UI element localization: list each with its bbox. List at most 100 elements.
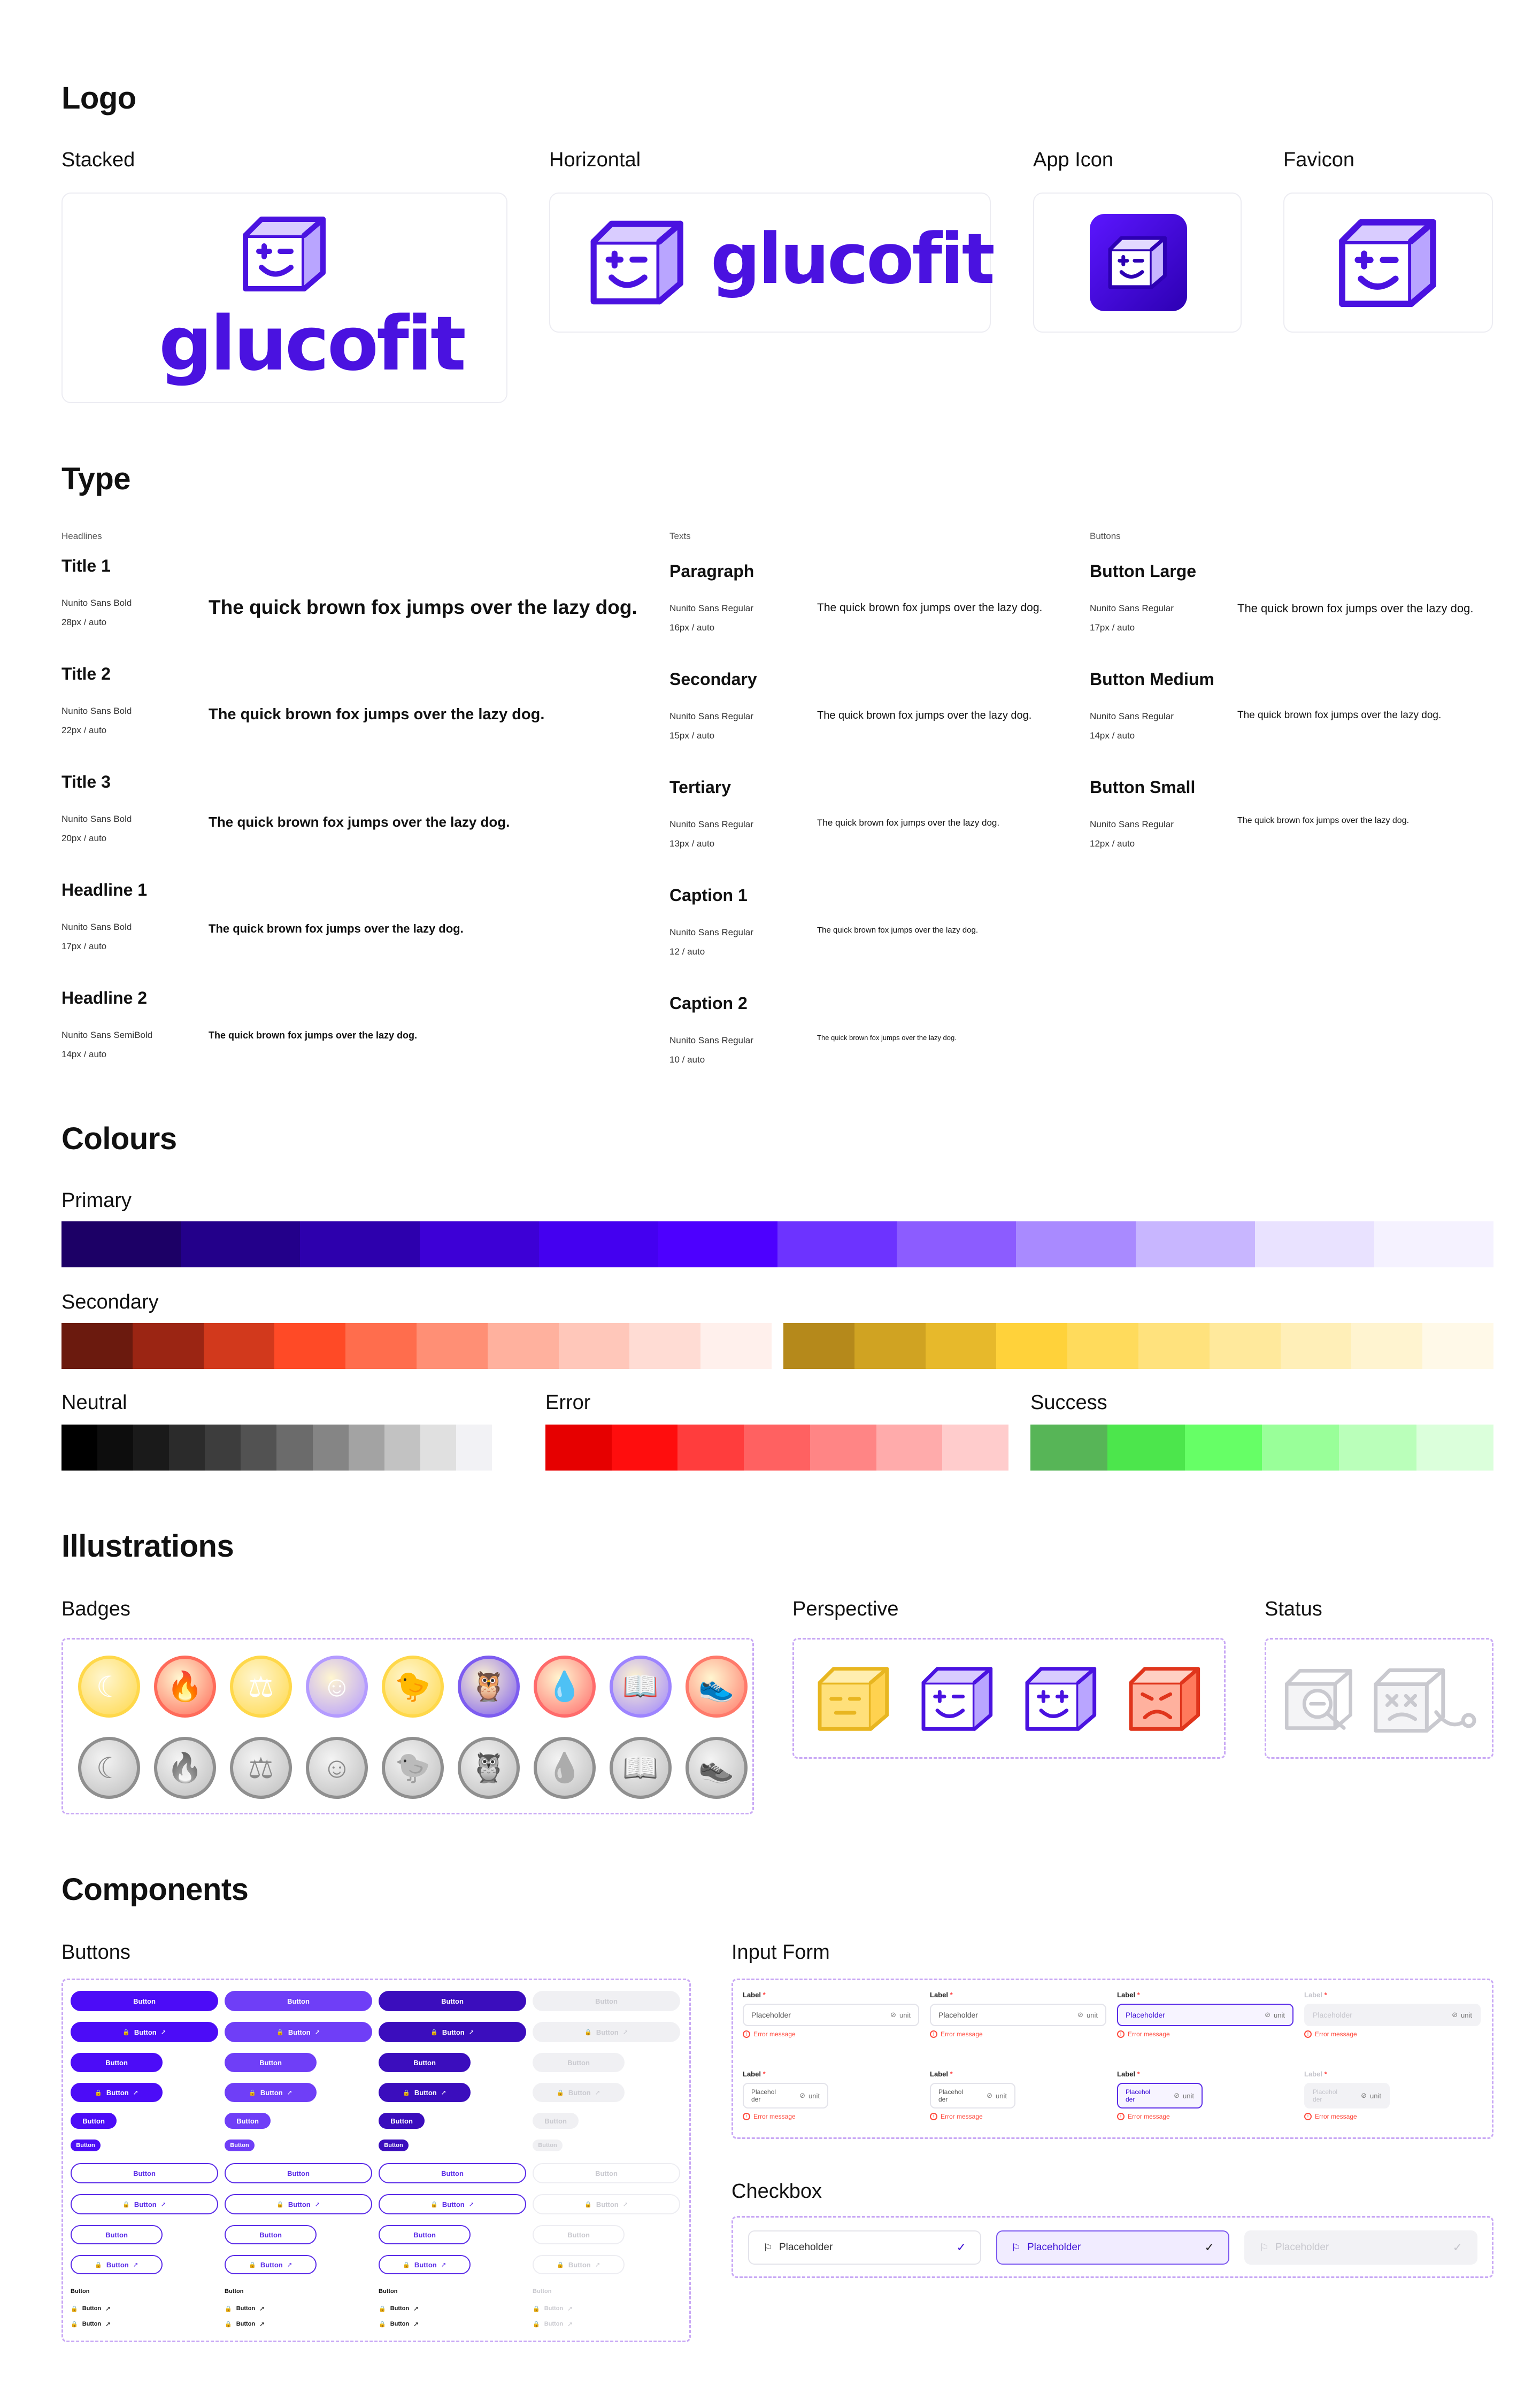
input-field[interactable]: Placeholder ⊘ unit xyxy=(930,2004,1106,2026)
share-icon: ➚ xyxy=(441,2261,446,2268)
share-icon: ➚ xyxy=(259,2320,265,2328)
input-field[interactable]: Placeholder ⊘ unit xyxy=(743,2004,919,2026)
button-sample-r12-c1[interactable]: 🔒 Button ➚ xyxy=(71,2303,117,2314)
checkbox-default[interactable]: ⚐ Placeholder ✓ xyxy=(748,2230,981,2265)
input-error: ! Error message xyxy=(1304,2113,1357,2120)
button-sample-r8-c3[interactable]: 🔒 Button ➚ xyxy=(379,2194,526,2214)
primary-swatch-12 xyxy=(1374,1221,1494,1267)
button-sample-r12-c2[interactable]: 🔒 Button ➚ xyxy=(225,2303,271,2314)
button-sample-r10-c1[interactable]: 🔒 Button ➚ xyxy=(71,2255,163,2274)
success-swatch-3 xyxy=(1184,1425,1262,1471)
button-sample-r7-c1[interactable]: Button xyxy=(71,2163,218,2183)
button-sample-r13-c1[interactable]: 🔒 Button ➚ xyxy=(71,2319,117,2329)
input-field[interactable]: Placehol der ⊘ unit xyxy=(930,2083,1015,2108)
button-sample-r6-c3[interactable]: Button xyxy=(379,2140,409,2151)
button-sample-r9-c1[interactable]: Button xyxy=(71,2225,163,2244)
neutral-swatch-row xyxy=(61,1425,492,1471)
button-sample-r11-c3[interactable]: Button xyxy=(379,2286,425,2297)
input-error: ! Error message xyxy=(743,2030,796,2038)
button-sample-r7-c2[interactable]: Button xyxy=(225,2163,372,2183)
button-sample-r9-c3[interactable]: Button xyxy=(379,2225,471,2244)
cube-unplugged-gray-icon xyxy=(1374,1668,1476,1733)
eye-off-icon: ⊘ xyxy=(1265,2011,1271,2019)
button-label: Button xyxy=(390,2305,410,2312)
button-sample-r1-c2[interactable]: Button xyxy=(225,1991,372,2011)
scale-badge-locked-icon: ⚖ xyxy=(230,1737,292,1799)
button-label: Button xyxy=(595,1997,618,2005)
lock-icon: 🔒 xyxy=(95,2089,102,2096)
lock-icon: 🔒 xyxy=(403,2089,410,2096)
button-sample-r11-c2[interactable]: Button xyxy=(225,2286,271,2297)
button-sample-r13-c3[interactable]: 🔒 Button ➚ xyxy=(379,2319,425,2329)
input-placeholder: Placehol der xyxy=(938,2088,964,2103)
input-form-frame: Label * Placeholder ⊘ unit ! Error message Lab… xyxy=(732,1979,1493,2139)
checkbox-frame: ⚐ Placeholder ✓ ⚐ Placeholder ✓ ⚐ Placeh… xyxy=(732,2216,1493,2278)
smile-badge-locked-icon: ☺ xyxy=(306,1737,368,1799)
button-sample-r1-c1[interactable]: Button xyxy=(71,1991,218,2011)
section-title-illustrations: Illustrations xyxy=(61,1529,234,1564)
component-label-input-form: Input Form xyxy=(732,1941,830,1964)
button-label: Button xyxy=(544,2321,564,2327)
checkbox-selected[interactable]: ⚐ Placeholder ✓ xyxy=(996,2230,1229,2265)
button-sample-r5-c1[interactable]: Button xyxy=(71,2113,117,2129)
book-badge-locked-icon: 📖 xyxy=(610,1737,672,1799)
alert-icon: ! xyxy=(1304,2113,1312,2120)
success-swatch-row xyxy=(1030,1425,1493,1471)
required-asterisk: * xyxy=(1137,2070,1140,2078)
input-field[interactable]: Placeholder ⊘ unit xyxy=(1117,2004,1293,2026)
secondary-red-swatch-4 xyxy=(274,1323,346,1369)
button-sample-r2-c1[interactable]: 🔒 Button ➚ xyxy=(71,2022,218,2042)
input-label: Label * xyxy=(743,1991,766,1999)
button-sample-r5-c3[interactable]: Button xyxy=(379,2113,425,2129)
button-sample-r9-c2[interactable]: Button xyxy=(225,2225,317,2244)
secondary-red-swatch-5 xyxy=(345,1323,417,1369)
button-sample-r4-c3[interactable]: 🔒 Button ➚ xyxy=(379,2083,471,2102)
button-sample-r10-c2[interactable]: 🔒 Button ➚ xyxy=(225,2255,317,2274)
colour-label-neutral: Neutral xyxy=(61,1391,127,1414)
button-sample-r2-c3[interactable]: 🔒 Button ➚ xyxy=(379,2022,526,2042)
button-sample-r8-c1[interactable]: 🔒 Button ➚ xyxy=(71,2194,218,2214)
button-sample-r3-c2[interactable]: Button xyxy=(225,2053,317,2072)
type-column-headlines: Headlines xyxy=(61,531,102,541)
neutral-swatch-3 xyxy=(133,1425,170,1471)
lock-icon: 🔒 xyxy=(557,2261,564,2268)
section-title-components: Components xyxy=(61,1872,249,1907)
button-sample-r13-c2[interactable]: 🔒 Button ➚ xyxy=(225,2319,271,2329)
type-text-paragraph: Paragraph Nunito Sans Regular 16px / aut… xyxy=(669,561,1043,633)
primary-swatch-1 xyxy=(61,1221,181,1267)
button-sample-r8-c2[interactable]: 🔒 Button ➚ xyxy=(225,2194,372,2214)
button-label: Button xyxy=(105,2230,128,2239)
error-swatch-1 xyxy=(545,1425,612,1471)
button-sample-r4-c2[interactable]: 🔒 Button ➚ xyxy=(225,2083,317,2102)
button-sample-r4-c1[interactable]: 🔒 Button ➚ xyxy=(71,2083,163,2102)
button-sample-r2-c2[interactable]: 🔒 Button ➚ xyxy=(225,2022,372,2042)
chick-badge-unlocked-icon: 🐤 xyxy=(382,1656,444,1718)
input-error: ! Error message xyxy=(930,2030,983,2038)
button-sample-r6-c1[interactable]: Button xyxy=(71,2140,101,2151)
flame-badge-locked-icon: 🔥 xyxy=(154,1737,216,1799)
button-sample-r10-c3[interactable]: 🔒 Button ➚ xyxy=(379,2255,471,2274)
lock-icon: 🔒 xyxy=(276,2201,284,2208)
logo-card-horizontal: glucofit xyxy=(549,193,995,333)
button-sample-r12-c3[interactable]: 🔒 Button ➚ xyxy=(379,2303,425,2314)
input-placeholder: Placehol der xyxy=(1126,2088,1151,2103)
input-field[interactable]: Placehol der ⊘ unit xyxy=(1117,2083,1203,2108)
cube-neutral-yellow-icon xyxy=(818,1667,889,1731)
error-swatch-row xyxy=(545,1425,1009,1471)
section-title-logo: Logo xyxy=(61,81,136,116)
button-sample-r7-c3[interactable]: Button xyxy=(379,2163,526,2183)
cube-logo-icon xyxy=(590,220,683,305)
lock-icon: 🔒 xyxy=(122,2029,130,2036)
button-sample-r1-c4: Button xyxy=(533,1991,680,2011)
button-sample-r3-c3[interactable]: Button xyxy=(379,2053,471,2072)
button-label: Button xyxy=(568,2260,591,2269)
button-sample-r1-c3[interactable]: Button xyxy=(379,1991,526,2011)
input-field[interactable]: Placehol der ⊘ unit xyxy=(743,2083,828,2108)
button-sample-r11-c1[interactable]: Button xyxy=(71,2286,117,2297)
button-sample-r6-c2[interactable]: Button xyxy=(225,2140,255,2151)
error-swatch-6 xyxy=(876,1425,943,1471)
button-sample-r5-c2[interactable]: Button xyxy=(225,2113,271,2129)
buttons-frame: Button Button Button Button 🔒 Button ➚ 🔒 Button ➚… xyxy=(61,1979,691,2342)
input-unit: ⊘ unit xyxy=(1452,2011,1472,2019)
button-sample-r3-c1[interactable]: Button xyxy=(71,2053,163,2072)
